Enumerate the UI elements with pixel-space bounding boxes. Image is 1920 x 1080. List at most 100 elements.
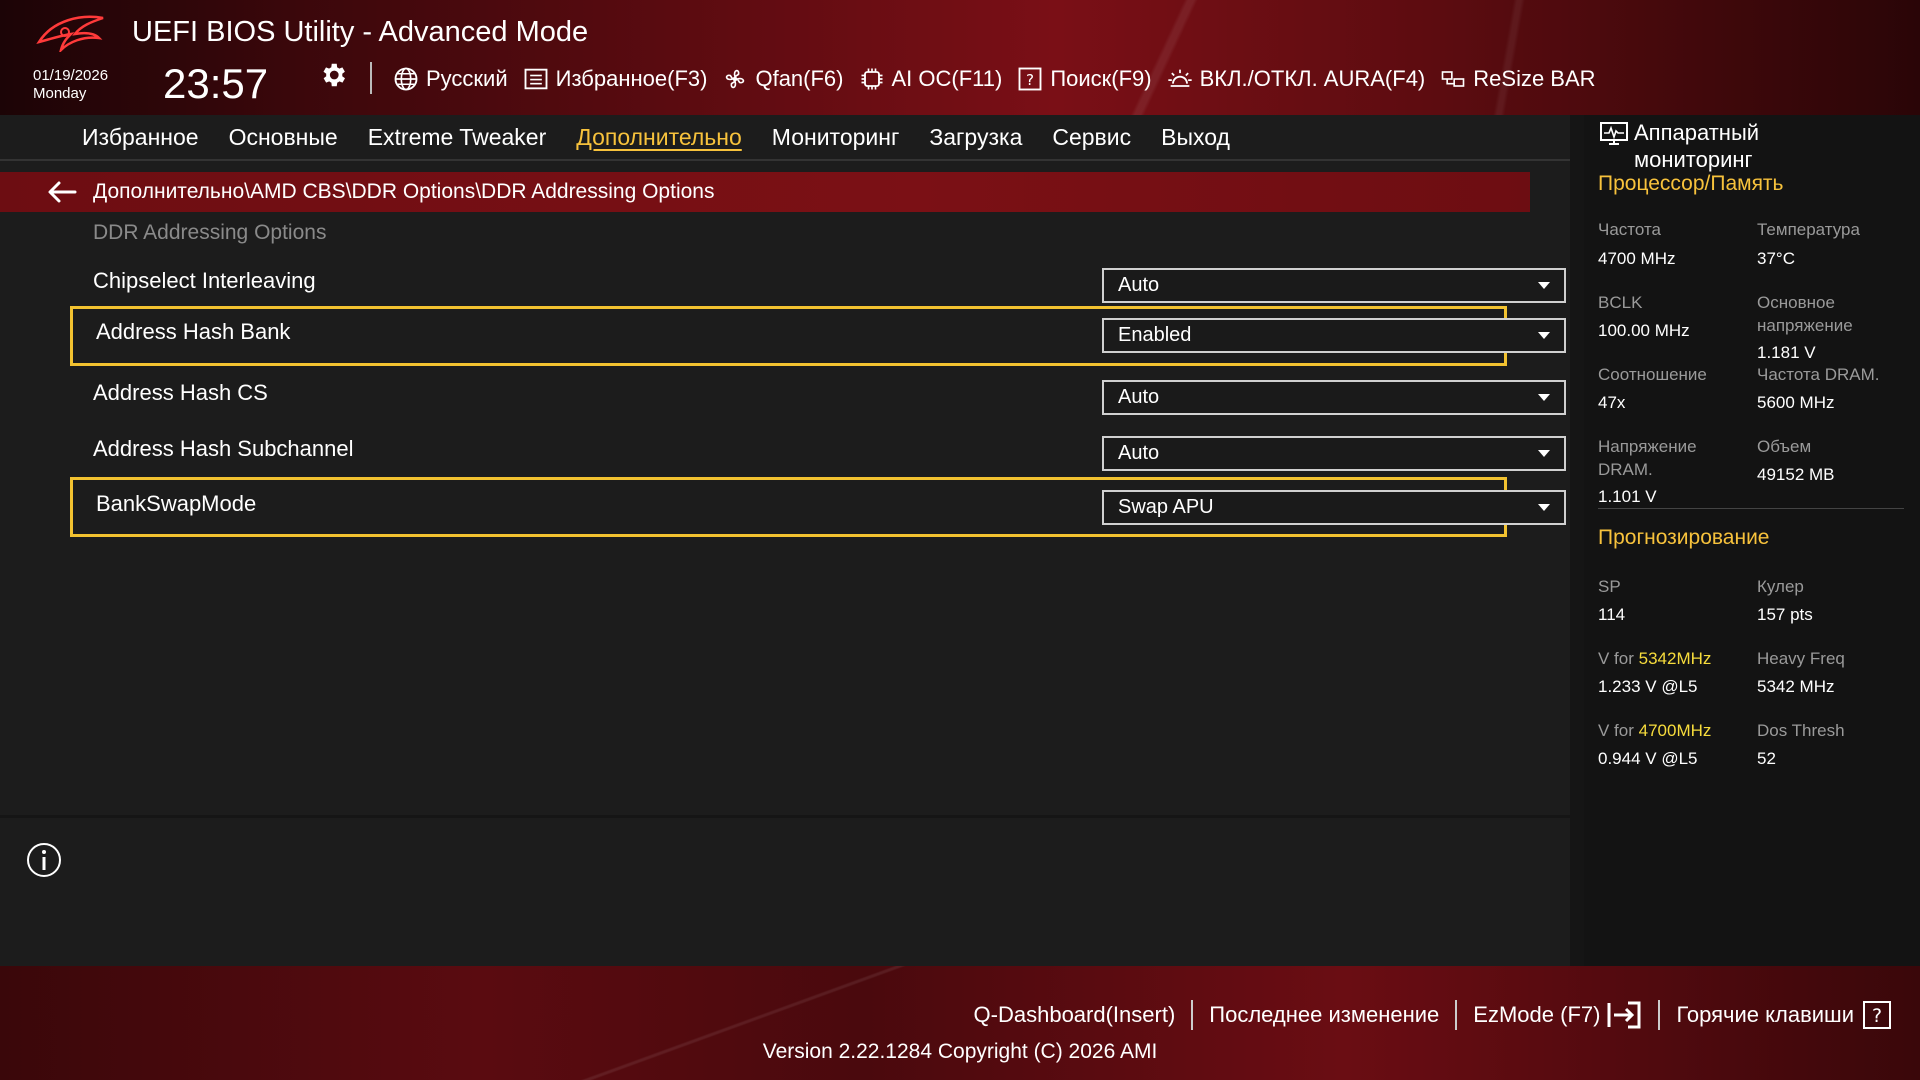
breadcrumb: Дополнительно\AMD CBS\DDR Options\DDR Ad… xyxy=(0,172,1530,212)
search-button[interactable]: ? Поиск(F9) xyxy=(1016,65,1152,93)
dos-thresh-value: 52 xyxy=(1757,749,1776,768)
dropdown-value: Enabled xyxy=(1118,324,1192,346)
ai-oc-label: AI OC(F11) xyxy=(891,66,1003,91)
setting-dropdown[interactable]: Auto xyxy=(1102,436,1566,471)
dram-freq-label: Частота DRAM. xyxy=(1757,365,1880,384)
monitor-divider xyxy=(1598,508,1904,509)
resize-bar-label: ReSize BAR xyxy=(1473,66,1596,91)
hotkeys-label: Горячие клавиши xyxy=(1676,1002,1854,1027)
aura-toggle-button[interactable]: ВКЛ./ОТКЛ. AURA(F4) xyxy=(1166,65,1426,93)
main-panel: Избранное Основные Extreme Tweaker Допол… xyxy=(0,115,1570,815)
header-divider xyxy=(370,62,372,94)
footer-bar: Q-Dashboard(Insert) Последнее изменение … xyxy=(0,966,1920,1080)
fan-icon xyxy=(726,69,745,89)
heavy-freq-value: 5342 MHz xyxy=(1757,677,1835,696)
back-arrow-icon[interactable] xyxy=(45,179,79,205)
tab-main[interactable]: Основные xyxy=(229,124,338,151)
svg-text:?: ? xyxy=(1872,1005,1882,1027)
day-display: Monday xyxy=(33,85,87,102)
favorites-label: Избранное(F3) xyxy=(555,66,708,91)
dropdown-value: Auto xyxy=(1118,442,1160,464)
hardware-monitor-panel: Аппаратный мониторинг Процессор/Память Ч… xyxy=(1584,115,1920,966)
setting-row-address-hash-cs[interactable]: Address Hash CS Auto xyxy=(70,370,1566,430)
setting-label: Address Hash Bank xyxy=(96,319,291,344)
dropdown-value: Auto xyxy=(1118,274,1160,296)
cooler-value: 157 pts xyxy=(1757,605,1813,624)
favorites-icon xyxy=(524,68,548,90)
chevron-down-icon xyxy=(1538,394,1550,401)
setting-row-bankswapmode[interactable]: BankSwapMode Swap APU xyxy=(70,477,1566,537)
info-icon xyxy=(27,843,61,877)
aura-label: ВКЛ./ОТКЛ. AURA(F4) xyxy=(1199,66,1426,91)
footer-divider xyxy=(1658,1000,1661,1030)
clock-display: 23:57 xyxy=(163,60,269,107)
qfan-label: Qfan(F6) xyxy=(755,66,844,91)
tab-advanced[interactable]: Дополнительно xyxy=(576,124,742,151)
setting-row-address-hash-bank[interactable]: Address Hash Bank Enabled xyxy=(70,306,1566,366)
setting-dropdown[interactable]: Auto xyxy=(1102,268,1566,303)
ai-oc-button[interactable]: AI OC(F11) xyxy=(858,65,1003,93)
heavy-freq-label: Heavy Freq xyxy=(1757,649,1845,668)
ezmode-label: EzMode (F7) xyxy=(1473,1002,1601,1027)
language-button[interactable]: Русский xyxy=(392,65,508,93)
help-icon: ? xyxy=(1863,1001,1891,1029)
dram-freq-value: 5600 MHz xyxy=(1757,393,1835,412)
tab-favorites[interactable]: Избранное xyxy=(82,124,199,151)
cooler-label: Кулер xyxy=(1757,577,1804,596)
chevron-down-icon xyxy=(1538,282,1550,289)
temp-label: Температура xyxy=(1757,220,1860,239)
ai-chip-icon xyxy=(861,68,882,90)
header-bar: UEFI BIOS Utility - Advanced Mode 01/19/… xyxy=(0,0,1920,115)
last-change-button[interactable]: Последнее изменение xyxy=(1209,1002,1439,1028)
toolbar: Русский Избранное(F3) Qfan(F6) AI OC(F11… xyxy=(392,62,1596,96)
svg-text:?: ? xyxy=(1026,71,1034,89)
setting-dropdown[interactable]: Auto xyxy=(1102,380,1566,415)
ratio-label: Соотношение xyxy=(1598,365,1707,384)
resize-bar-icon xyxy=(1441,71,1465,87)
v-for-freq1-value: 1.233 V @L5 xyxy=(1598,677,1698,696)
q-dashboard-button[interactable]: Q-Dashboard(Insert) xyxy=(974,1002,1176,1028)
monitor-title: Аппаратный мониторинг xyxy=(1634,120,1760,172)
dropdown-value: Swap APU xyxy=(1118,496,1214,518)
footer-links: Q-Dashboard(Insert) Последнее изменение … xyxy=(974,1000,1892,1030)
globe-icon xyxy=(394,67,418,91)
date-display: 01/19/2026 xyxy=(33,67,109,84)
app-title: UEFI BIOS Utility - Advanced Mode xyxy=(132,16,589,48)
capacity-label: Объем xyxy=(1757,437,1812,456)
setting-dropdown[interactable]: Enabled xyxy=(1102,318,1566,353)
dropdown-value: Auto xyxy=(1118,386,1160,408)
tab-boot[interactable]: Загрузка xyxy=(929,124,1022,151)
resize-bar-button[interactable]: ReSize BAR xyxy=(1439,65,1596,93)
hotkeys-button[interactable]: Горячие клавиши ? xyxy=(1676,1000,1892,1030)
setting-label: BankSwapMode xyxy=(96,491,257,516)
temp-value: 37°C xyxy=(1757,249,1795,268)
qfan-button[interactable]: Qfan(F6) xyxy=(721,65,844,93)
help-info-panel xyxy=(0,818,1570,966)
tab-extreme-tweaker[interactable]: Extreme Tweaker xyxy=(368,124,547,151)
setting-label: Address Hash CS xyxy=(93,380,268,405)
chevron-down-icon xyxy=(1538,450,1550,457)
tab-tool[interactable]: Сервис xyxy=(1052,124,1131,151)
setting-label: Address Hash Subchannel xyxy=(93,436,354,461)
version-text: Version 2.22.1284 Copyright (C) 2026 AMI xyxy=(762,1040,1158,1063)
tab-monitor[interactable]: Мониторинг xyxy=(772,124,900,151)
setting-label: Chipselect Interleaving xyxy=(93,268,316,293)
main-nav: Избранное Основные Extreme Tweaker Допол… xyxy=(82,115,1230,159)
monitor-subtitle: Процессор/Память xyxy=(1598,172,1784,195)
core-voltage-value: 1.181 V xyxy=(1757,343,1816,362)
core-voltage-label: Основное напряжение xyxy=(1757,293,1853,335)
ezmode-button[interactable]: EzMode (F7) xyxy=(1473,1000,1642,1030)
tab-exit[interactable]: Выход xyxy=(1161,124,1230,151)
freq-label: Частота xyxy=(1598,220,1662,239)
nav-divider xyxy=(0,159,1570,161)
setting-dropdown[interactable]: Swap APU xyxy=(1102,490,1566,525)
v-for-freq1-label: V for 5342MHz xyxy=(1598,649,1712,668)
dram-voltage-label: Напряжение DRAM. xyxy=(1598,437,1697,479)
language-label: Русский xyxy=(426,66,508,91)
favorites-button[interactable]: Избранное(F3) xyxy=(522,65,708,93)
dos-thresh-label: Dos Thresh xyxy=(1757,721,1845,740)
footer-divider xyxy=(1455,1000,1458,1030)
sp-value: 114 xyxy=(1598,605,1626,624)
gear-icon[interactable] xyxy=(318,60,348,90)
v-for-freq2-value: 0.944 V @L5 xyxy=(1598,749,1698,768)
